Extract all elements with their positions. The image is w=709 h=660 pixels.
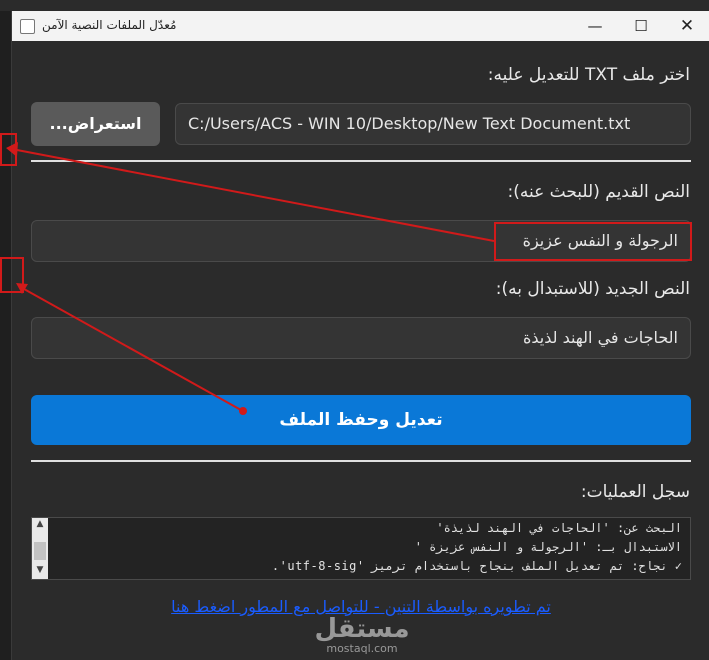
arrow-line-to-button [23, 288, 242, 411]
arrow-head-left-icon [6, 142, 18, 157]
arrow-dot-icon [239, 407, 247, 415]
arrow-line-to-left [16, 149, 495, 242]
annotation-arrows [6, 142, 495, 415]
arrow-head-mid-icon [16, 283, 28, 294]
